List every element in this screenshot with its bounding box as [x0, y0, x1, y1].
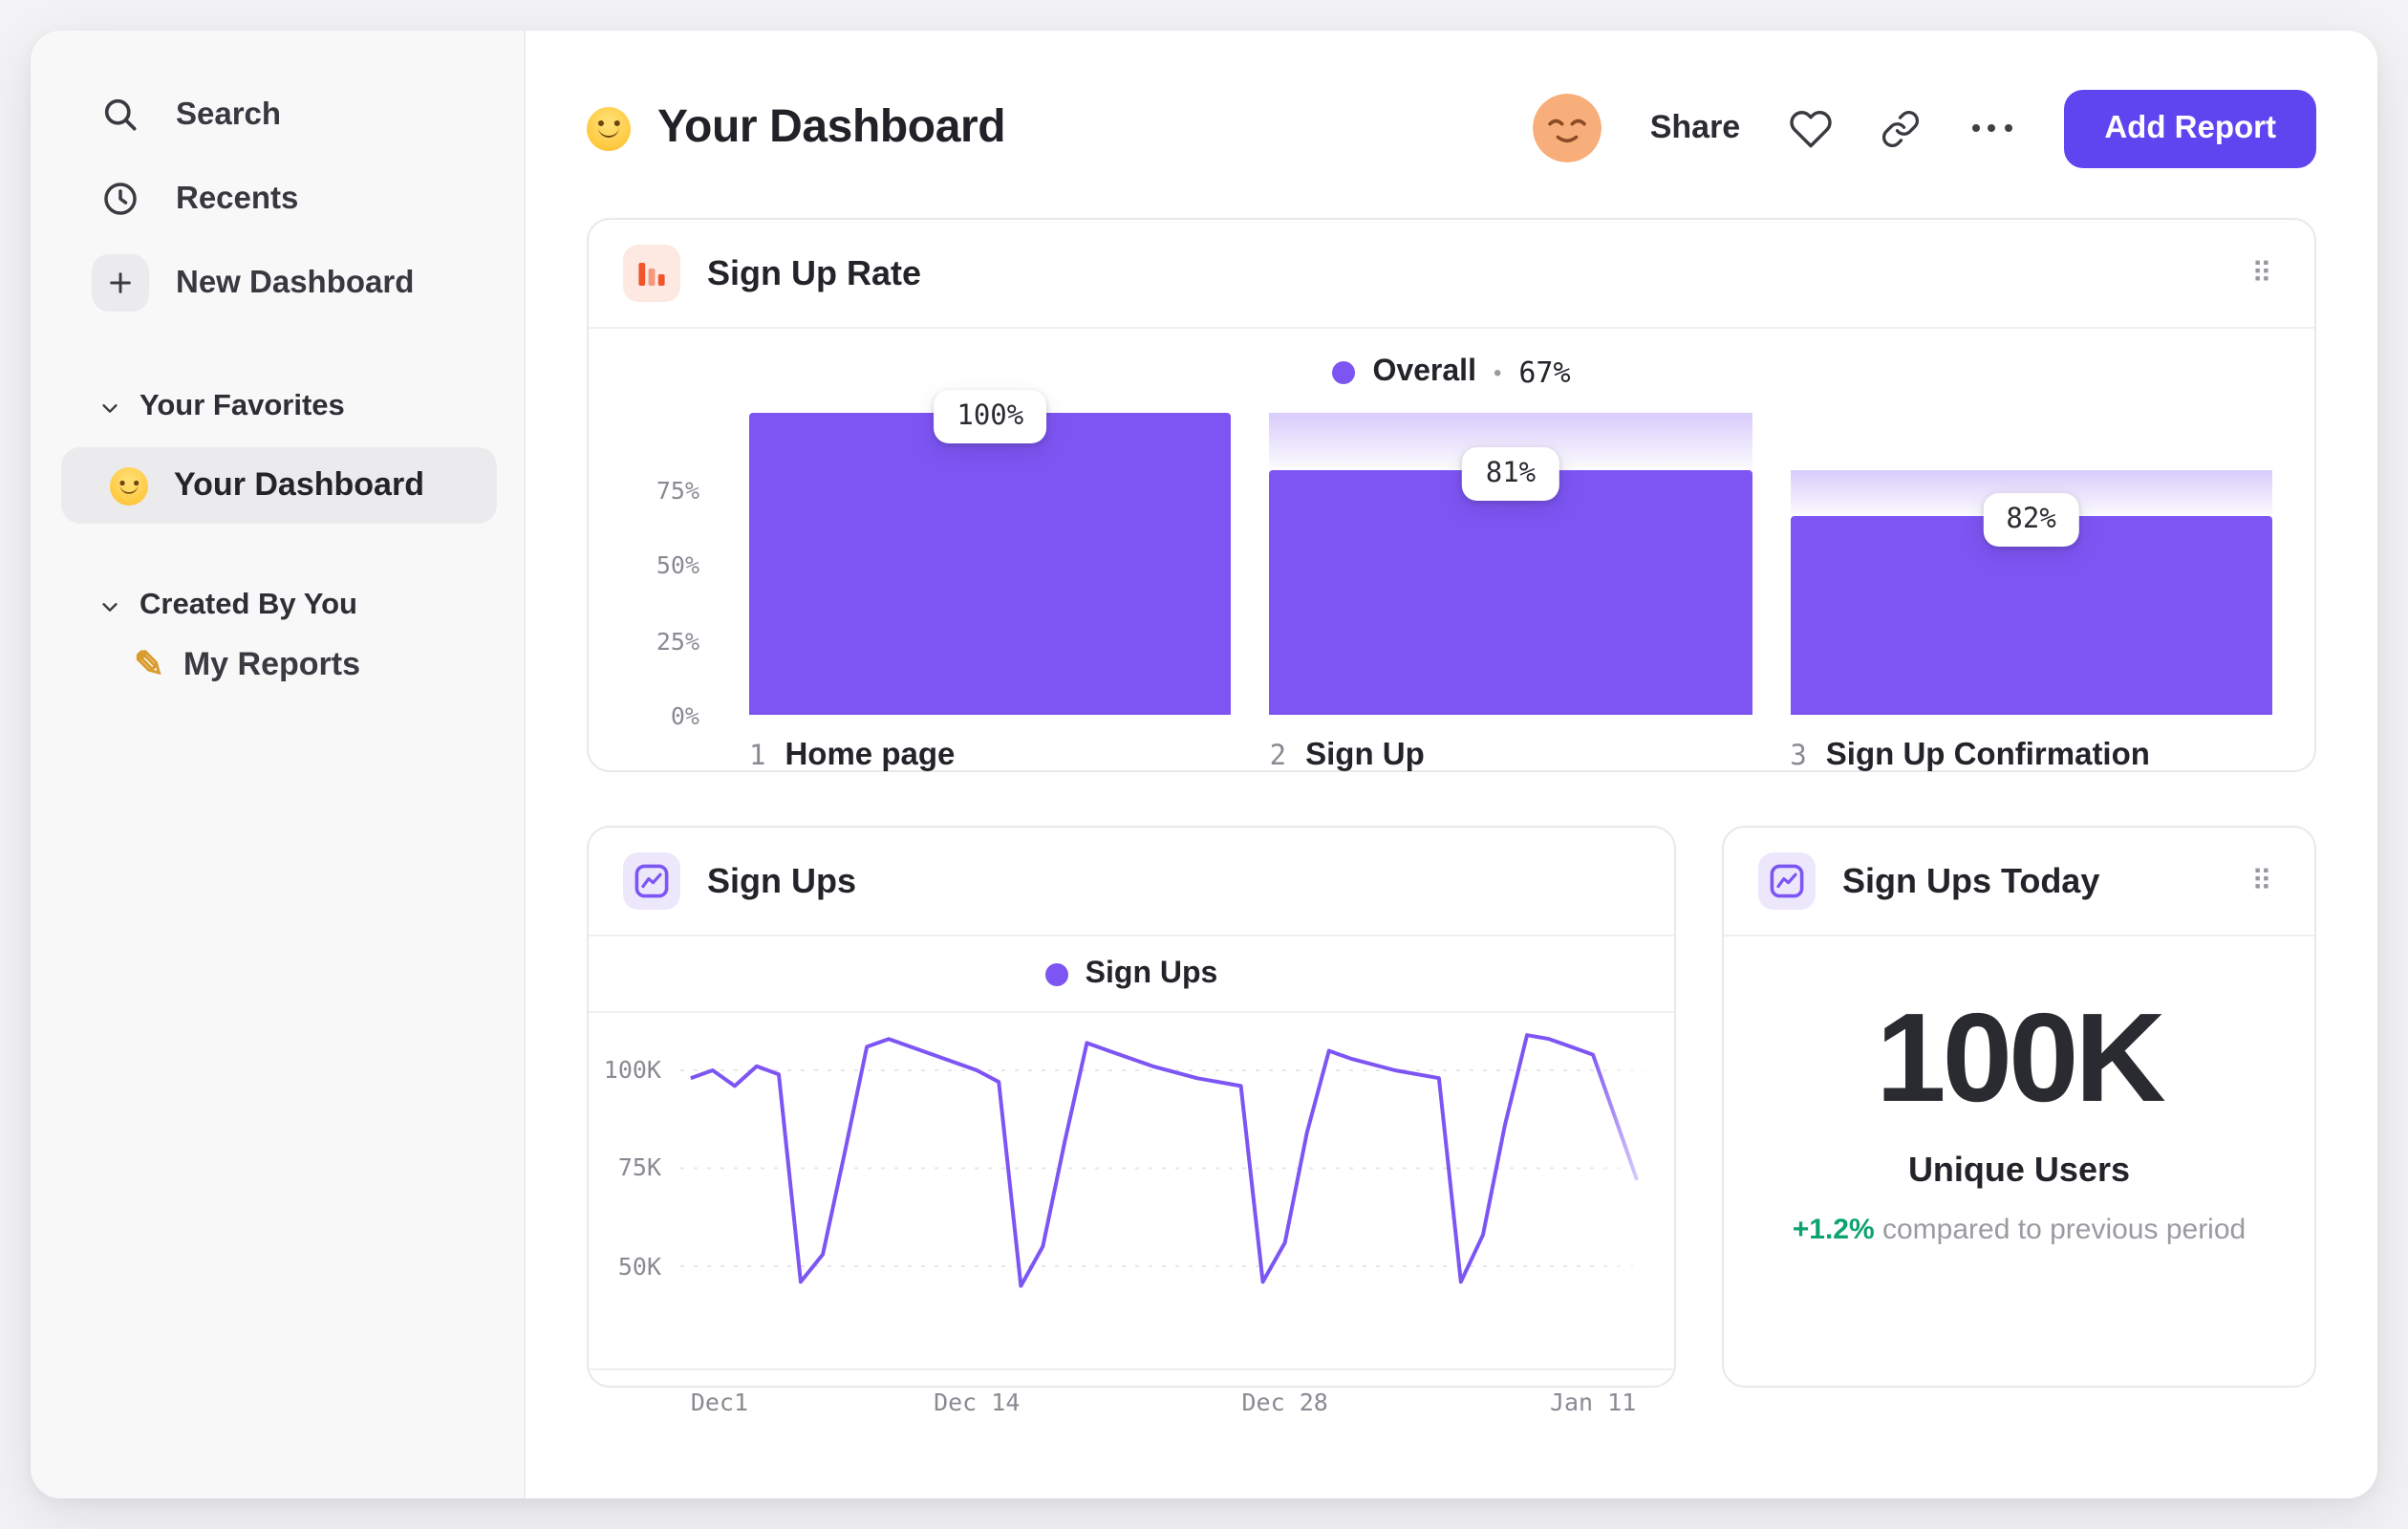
- page-title: Your Dashboard: [657, 101, 1006, 153]
- legend-dot-icon: [1332, 361, 1356, 384]
- legend-separator: •: [1493, 359, 1502, 386]
- sidebar-item-label: Recents: [176, 181, 299, 215]
- line-y-tick: 100K: [603, 1055, 661, 1084]
- funnel-column: 81%: [1269, 413, 1752, 715]
- funnel-step-label: 3 Sign Up Confirmation: [1790, 738, 2272, 774]
- line-plot[interactable]: [680, 1032, 1647, 1353]
- relieved-face-avatar-icon: [1533, 94, 1602, 162]
- created-by-you-section-header[interactable]: Created By You: [31, 589, 524, 623]
- step-number: 1: [749, 742, 766, 772]
- link-icon: [1881, 109, 1919, 147]
- funnel-plot: 75% 50% 25% 0% 100% 81% 82%: [631, 390, 2272, 730]
- funnel-bar-value-label: 82%: [1983, 492, 2079, 547]
- drag-handle-icon[interactable]: ⠿: [2244, 252, 2280, 294]
- chevron-down-icon: [102, 403, 118, 412]
- funnel-step-labels: 1 Home page 2 Sign Up 3 Sign Up Confirma…: [631, 738, 2272, 774]
- metric-value: 100K: [1876, 986, 2166, 1128]
- sidebar-item-label: New Dashboard: [176, 265, 415, 299]
- funnel-bar[interactable]: [749, 413, 1232, 715]
- sign-up-rate-card: Sign Up Rate ⠿ Overall • 67% 75% 50% 25%…: [587, 218, 2316, 772]
- line-chart: 100K 75K 50K: [589, 1032, 1674, 1353]
- section-title: Created By You: [140, 589, 357, 621]
- sidebar-item-label: Your Dashboard: [174, 466, 424, 503]
- funnel-bar[interactable]: [1269, 470, 1752, 715]
- line-series[interactable]: [691, 1035, 1637, 1285]
- card-title: Sign Ups Today: [1842, 861, 2100, 899]
- card-title: Sign Ups: [707, 861, 857, 899]
- add-report-button[interactable]: Add Report: [2064, 89, 2316, 167]
- main-content: Your Dashboard Share Add Report Sign Up …: [526, 31, 2377, 1498]
- legend-value: 67%: [1518, 355, 1571, 390]
- chevron-down-icon: [102, 602, 118, 611]
- step-name: Sign Up: [1305, 738, 1425, 772]
- sidebar-item-label: My Reports: [183, 646, 360, 682]
- line-legend[interactable]: Sign Ups: [589, 937, 1674, 1013]
- sign-ups-today-card: Sign Ups Today ⠿ 100K Unique Users +1.2%…: [1722, 826, 2316, 1388]
- sidebar-section-favorites: Your Favorites Your Dashboard: [31, 390, 524, 524]
- step-number: 2: [1269, 742, 1287, 772]
- more-options-button[interactable]: [1967, 113, 2016, 143]
- funnel-column: 82%: [1790, 413, 2272, 715]
- search-icon: [92, 86, 149, 143]
- line-x-axis: Dec1 Dec 14 Dec 28 Jan 11: [589, 1368, 1674, 1432]
- funnel-bar-value-label: 81%: [1462, 447, 1559, 502]
- legend-dot-icon: [1044, 963, 1068, 986]
- step-number: 3: [1790, 742, 1807, 772]
- clock-icon: [92, 170, 149, 227]
- favorite-heart-button[interactable]: [1788, 106, 1832, 150]
- heart-icon: [1789, 110, 1831, 147]
- funnel-step-label: 1 Home page: [749, 738, 1232, 774]
- metric-label: Unique Users: [1907, 1151, 2131, 1189]
- line-chart-icon: [1758, 852, 1816, 910]
- step-name: Sign Up Confirmation: [1825, 738, 2150, 772]
- funnel-chart-icon: [623, 245, 680, 302]
- card-title: Sign Up Rate: [707, 253, 922, 291]
- dashboard-header: Your Dashboard Share Add Report: [587, 84, 2316, 172]
- share-button[interactable]: Share: [1650, 109, 1741, 147]
- funnel-bar-value-label: 100%: [934, 390, 1047, 443]
- drag-handle-icon[interactable]: ⠿: [2244, 860, 2280, 902]
- legend-series-name: Sign Ups: [1085, 958, 1218, 990]
- line-y-axis: 100K 75K 50K: [589, 1032, 677, 1353]
- metric-delta-note: compared to previous period: [1882, 1214, 2247, 1246]
- line-chart-icon: [623, 852, 680, 910]
- sidebar-item-search[interactable]: Search: [31, 73, 524, 157]
- plus-icon: [92, 254, 149, 312]
- funnel-y-tick: 50%: [656, 550, 699, 579]
- step-name: Home page: [785, 738, 956, 772]
- user-avatar[interactable]: [1533, 94, 1602, 162]
- line-y-tick: 50K: [617, 1251, 661, 1280]
- legend-series-name: Overall: [1372, 355, 1476, 388]
- x-tick-label: Jan 11: [1549, 1388, 1637, 1416]
- screenshot-root: Search Recents New Dashboard Your Favori…: [0, 0, 2408, 1529]
- favorites-section-header[interactable]: Your Favorites: [31, 390, 524, 424]
- app-window: Search Recents New Dashboard Your Favori…: [31, 31, 2377, 1498]
- sidebar-item-my-reports[interactable]: ✎ My Reports: [31, 646, 524, 684]
- x-tick-label: Dec 28: [1241, 1388, 1328, 1416]
- funnel-column: 100%: [749, 390, 1232, 715]
- sidebar-item-new-dashboard[interactable]: New Dashboard: [31, 241, 524, 325]
- sidebar-item-your-dashboard[interactable]: Your Dashboard: [61, 447, 497, 524]
- section-title: Your Favorites: [140, 390, 345, 422]
- funnel-step-label: 2 Sign Up: [1270, 738, 1752, 774]
- funnel-y-axis: 75% 50% 25% 0%: [631, 413, 711, 730]
- ellipsis-icon: [1971, 123, 1980, 133]
- funnel-legend[interactable]: Overall • 67%: [631, 355, 2272, 390]
- line-y-tick: 75K: [617, 1152, 661, 1182]
- sidebar: Search Recents New Dashboard Your Favori…: [31, 31, 526, 1498]
- smiley-face-icon: [587, 106, 631, 150]
- metric-delta: +1.2%: [1792, 1214, 1875, 1246]
- funnel-y-tick: 0%: [670, 701, 699, 730]
- smiley-face-icon: [109, 465, 149, 506]
- pencil-icon: ✎: [134, 645, 164, 685]
- sidebar-item-label: Search: [176, 97, 282, 131]
- sidebar-item-recents[interactable]: Recents: [31, 157, 524, 241]
- funnel-y-tick: 25%: [656, 626, 699, 655]
- funnel-y-tick: 75%: [656, 475, 699, 504]
- x-tick-label: Dec1: [690, 1388, 749, 1416]
- x-tick-label: Dec 14: [934, 1388, 1021, 1416]
- sidebar-section-created-by-you: Created By You ✎ My Reports: [31, 589, 524, 684]
- sign-ups-card: Sign Ups Sign Ups 100K 75K 50K Dec1 Dec …: [587, 826, 1676, 1416]
- copy-link-button[interactable]: [1880, 108, 1920, 148]
